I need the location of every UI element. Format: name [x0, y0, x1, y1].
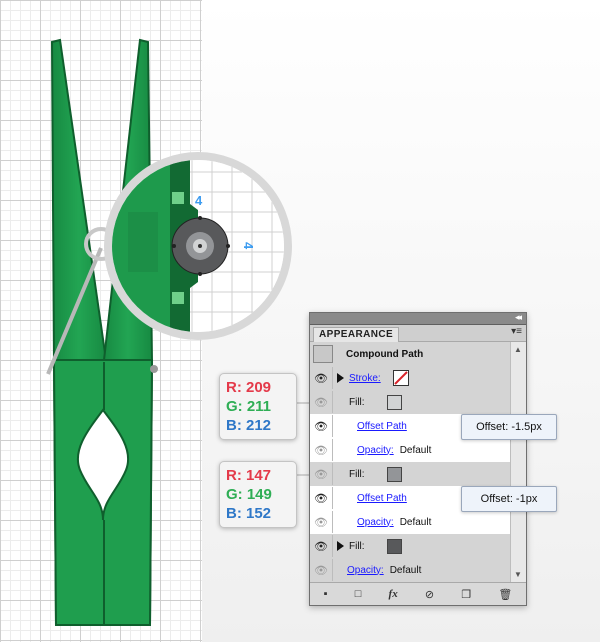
fill-label: Fill: [349, 540, 365, 552]
opacity-link[interactable]: Opacity: [347, 565, 384, 576]
opacity-row-1[interactable]: 👁 Opacity: Default [310, 438, 510, 462]
opacity-value: Default [389, 564, 422, 576]
opacity-row-2[interactable]: 👁 Opacity: Default [310, 510, 510, 534]
fill-row-2[interactable]: 👁 Fill: [310, 462, 510, 486]
object-row[interactable]: Compound Path [310, 342, 510, 366]
eye-icon[interactable]: 👁 [310, 535, 333, 557]
opacity-link[interactable]: Opacity: [357, 517, 394, 528]
fill-row-1[interactable]: 👁 Fill: [310, 390, 510, 414]
eye-icon[interactable]: 👁 [310, 511, 333, 533]
appearance-rows: Compound Path 👁 Stroke: 👁 Fill: 👁 Offset… [310, 342, 510, 582]
offset-callout-2: Offset: -1px [461, 486, 557, 512]
clear-appearance-icon[interactable]: ⊘ [425, 588, 434, 601]
no-stroke-swatch-icon[interactable] [392, 370, 409, 386]
eye-icon[interactable]: 👁 [310, 439, 333, 461]
fill-swatch-dark[interactable] [386, 538, 402, 554]
add-fill-icon[interactable]: □ [355, 588, 362, 600]
add-stroke-icon[interactable]: ▪ [324, 588, 328, 600]
blue-value: B: 152 [226, 505, 272, 522]
green-value: G: 211 [226, 398, 272, 415]
panel-menu-icon[interactable]: ▾≡ [511, 326, 522, 337]
panel-toolbar: ▪ □ fx ⊘ ❐ 🗑 [310, 582, 526, 605]
opacity-row-3[interactable]: 👁 Opacity: Default [310, 558, 510, 582]
eye-icon[interactable]: 👁 [310, 367, 333, 389]
scroll-up-icon[interactable]: ▲ [514, 345, 522, 354]
eye-icon[interactable]: 👁 [310, 559, 333, 581]
fill-label: Fill: [349, 468, 365, 480]
tab-appearance[interactable]: APPEARANCE [313, 327, 400, 342]
stroke-row[interactable]: 👁 Stroke: [310, 366, 510, 390]
eye-icon[interactable]: 👁 [310, 391, 333, 413]
expand-triangle-icon[interactable] [337, 373, 344, 383]
stroke-label[interactable]: Stroke: [349, 373, 381, 384]
red-value: R: 209 [226, 379, 272, 396]
object-label: Compound Path [346, 348, 424, 360]
fill-swatch-mid[interactable] [386, 466, 402, 482]
eye-icon[interactable]: 👁 [310, 463, 333, 485]
opacity-link[interactable]: Opacity: [357, 445, 394, 456]
opacity-value: Default [399, 516, 432, 528]
rgb-callout-light: R: 209 G: 211 B: 212 [219, 373, 297, 440]
collapse-icon[interactable]: ◂◂ [515, 312, 522, 323]
green-value: G: 149 [226, 486, 272, 503]
dimension-right: 4 [241, 242, 256, 250]
fx-icon[interactable]: fx [389, 588, 398, 600]
panel-titlebar[interactable]: ◂◂ [310, 312, 526, 325]
duplicate-item-icon[interactable]: ❐ [461, 588, 471, 601]
eye-icon[interactable]: 👁 [310, 415, 333, 437]
fill-swatch-light[interactable] [386, 394, 402, 410]
eye-icon[interactable]: 👁 [310, 487, 333, 509]
object-thumbnail [313, 345, 333, 363]
dimension-top: 4 [195, 193, 203, 208]
delete-item-icon[interactable]: 🗑 [498, 588, 512, 601]
fill-row-3[interactable]: 👁 Fill: [310, 534, 510, 558]
scroll-down-icon[interactable]: ▼ [514, 570, 522, 579]
offset-path-link[interactable]: Offset Path [357, 421, 407, 432]
rgb-callout-mid: R: 147 G: 149 B: 152 [219, 461, 297, 528]
red-value: R: 147 [226, 467, 272, 484]
offset-path-link[interactable]: Offset Path [357, 493, 407, 504]
expand-triangle-icon[interactable] [337, 541, 344, 551]
fill-label: Fill: [349, 396, 365, 408]
appearance-panel: ◂◂ APPEARANCE ▾≡ Compound Path 👁 Stroke:… [309, 312, 527, 606]
panel-scrollbar[interactable]: ▲ ▼ [510, 342, 526, 582]
offset-callout-1: Offset: -1.5px [461, 414, 557, 440]
panel-tabbar: APPEARANCE ▾≡ [310, 325, 526, 342]
opacity-value: Default [399, 444, 432, 456]
blue-value: B: 212 [226, 417, 272, 434]
